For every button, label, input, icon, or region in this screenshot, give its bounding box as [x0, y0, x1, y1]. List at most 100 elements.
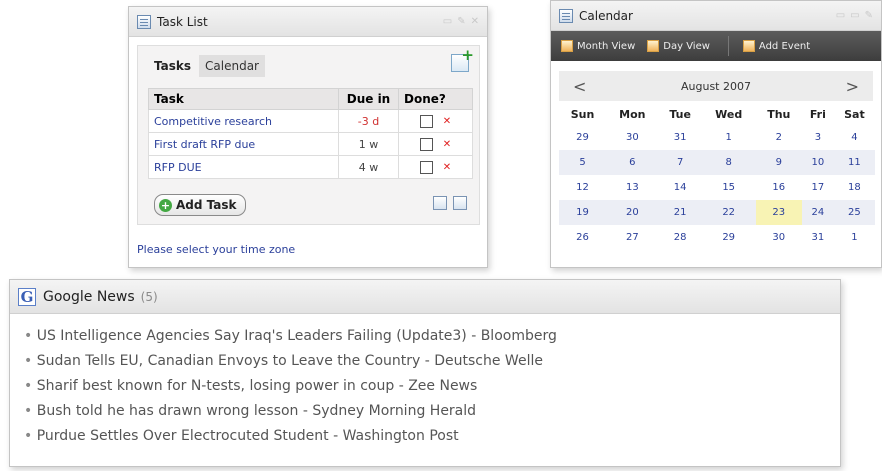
tab-tasks[interactable]: Tasks [148, 55, 197, 77]
day-cell[interactable]: 31 [801, 225, 834, 250]
timezone-link[interactable]: Please select your time zone [137, 243, 295, 256]
edit-icon[interactable]: ✎ [457, 16, 465, 27]
prev-month-icon[interactable]: < [573, 77, 586, 96]
day-cell[interactable]: 29 [701, 225, 756, 250]
day-cell[interactable]: 20 [606, 200, 659, 225]
add-event-label: Add Event [758, 40, 811, 52]
task-name[interactable]: RFP DUE [148, 155, 339, 179]
edit-icon[interactable]: ✎ [865, 10, 873, 21]
week-row: 5 6 7 8 9 10 11 [559, 150, 875, 175]
day-cell[interactable]: 11 [833, 150, 875, 175]
table-row: Competitive research -3 d ✕ [148, 109, 473, 133]
day-cell[interactable]: 8 [701, 150, 756, 175]
day-cell[interactable]: 10 [801, 150, 834, 175]
news-item[interactable]: Sharif best known for N-tests, losing po… [24, 374, 840, 399]
day-cell[interactable]: 2 [755, 125, 802, 150]
day-view-button[interactable]: Day View [647, 40, 710, 52]
day-cell[interactable]: 24 [801, 200, 834, 225]
google-logo-icon: G [18, 287, 36, 306]
add-event-button[interactable]: Add Event [742, 40, 811, 52]
news-list: US Intelligence Agencies Say Iraq's Lead… [10, 314, 840, 449]
notes-icon[interactable] [453, 196, 467, 210]
task-name[interactable]: First draft RFP due [148, 132, 339, 156]
news-titlebar[interactable]: G Google News (5) [10, 280, 840, 314]
news-item[interactable]: Purdue Settles Over Electrocuted Student… [24, 424, 840, 449]
day-cell[interactable]: 27 [606, 225, 659, 250]
calendar-month-header: < August 2007 > [559, 71, 873, 101]
add-task-label: Add Task [176, 198, 237, 212]
day-cell[interactable]: 18 [833, 175, 875, 200]
day-cell[interactable]: 12 [559, 175, 607, 200]
news-item[interactable]: Sudan Tells EU, Canadian Envoys to Leave… [24, 349, 840, 374]
task-done-cell: ✕ [398, 132, 473, 156]
table-row: RFP DUE 4 w ✕ [148, 155, 473, 179]
close-icon[interactable]: ✕ [471, 16, 479, 27]
day-cell[interactable]: 26 [559, 225, 607, 250]
delete-icon[interactable]: ✕ [443, 139, 451, 150]
delete-icon[interactable]: ✕ [443, 162, 451, 173]
day-cell[interactable]: 22 [701, 200, 756, 225]
news-item[interactable]: US Intelligence Agencies Say Iraq's Lead… [24, 324, 840, 349]
task-name[interactable]: Competitive research [148, 109, 339, 133]
day-cell[interactable]: 28 [658, 225, 702, 250]
weekday: Tue [669, 107, 691, 121]
month-view-button[interactable]: Month View [561, 40, 635, 52]
plus-icon: + [159, 198, 172, 212]
tab-calendar[interactable]: Calendar [199, 55, 265, 77]
day-cell[interactable]: 1 [701, 125, 756, 150]
weekday: Sun [570, 107, 595, 121]
today-cell[interactable]: 23 [755, 200, 802, 225]
toolbar-divider [727, 36, 729, 56]
day-cell[interactable]: 7 [658, 150, 702, 175]
task-done-cell: ✕ [398, 109, 473, 133]
day-cell[interactable]: 4 [833, 125, 875, 150]
new-task-icon[interactable] [451, 46, 474, 72]
day-cell[interactable]: 16 [755, 175, 802, 200]
minimize-icon[interactable]: ▭ [836, 10, 845, 21]
day-cell[interactable]: 19 [559, 200, 607, 225]
day-cell[interactable]: 6 [606, 150, 659, 175]
week-row: 12 13 14 15 16 17 18 [559, 175, 875, 200]
day-cell[interactable]: 14 [658, 175, 702, 200]
day-cell[interactable]: 25 [833, 200, 875, 225]
news-count: (5) [140, 289, 158, 304]
calendar-window-controls: ▭ ▭ ✎ [836, 10, 873, 21]
column-done[interactable]: Done? [398, 88, 473, 110]
task-list-titlebar[interactable]: Task List ▭ ✎ ✕ [129, 7, 487, 37]
column-due[interactable]: Due in [338, 88, 399, 110]
month-view-label: Month View [577, 40, 636, 52]
done-checkbox[interactable] [419, 114, 433, 128]
month-view-icon [561, 40, 573, 52]
task-due: -3 d [338, 109, 399, 133]
day-cell[interactable]: 30 [755, 225, 802, 250]
add-task-button[interactable]: + Add Task [154, 194, 246, 216]
calendar-titlebar[interactable]: Calendar ▭ ▭ ✎ [551, 1, 881, 31]
column-task[interactable]: Task [148, 88, 339, 110]
day-cell[interactable]: 17 [801, 175, 834, 200]
weekday: Wed [715, 107, 743, 121]
day-cell[interactable]: 1 [833, 225, 875, 250]
day-cell[interactable]: 21 [658, 200, 702, 225]
edit-list-icon[interactable] [433, 196, 447, 210]
day-cell[interactable]: 31 [658, 125, 702, 150]
minimize-icon[interactable]: ▭ [443, 16, 452, 27]
calendar-grid: Sun Mon Tue Wed Thu Fri Sat 29 30 31 1 2… [559, 103, 875, 250]
day-cell[interactable]: 15 [701, 175, 756, 200]
day-cell[interactable]: 30 [606, 125, 659, 150]
task-table-header: Task Due in Done? [148, 88, 473, 110]
next-month-icon[interactable]: > [846, 77, 859, 96]
done-checkbox[interactable] [419, 137, 433, 151]
day-cell[interactable]: 9 [755, 150, 802, 175]
day-cell[interactable]: 13 [606, 175, 659, 200]
news-item[interactable]: Bush told he has drawn wrong lesson - Sy… [24, 399, 840, 424]
weekday-row: Sun Mon Tue Wed Thu Fri Sat [559, 103, 875, 125]
day-cell[interactable]: 29 [559, 125, 607, 150]
task-due: 1 w [338, 132, 399, 156]
google-news-widget: G Google News (5) US Intelligence Agenci… [9, 279, 841, 467]
weekday: Mon [619, 107, 646, 121]
day-cell[interactable]: 5 [559, 150, 607, 175]
maximize-icon[interactable]: ▭ [850, 10, 859, 21]
done-checkbox[interactable] [419, 160, 433, 174]
day-cell[interactable]: 3 [801, 125, 834, 150]
delete-icon[interactable]: ✕ [443, 116, 451, 127]
